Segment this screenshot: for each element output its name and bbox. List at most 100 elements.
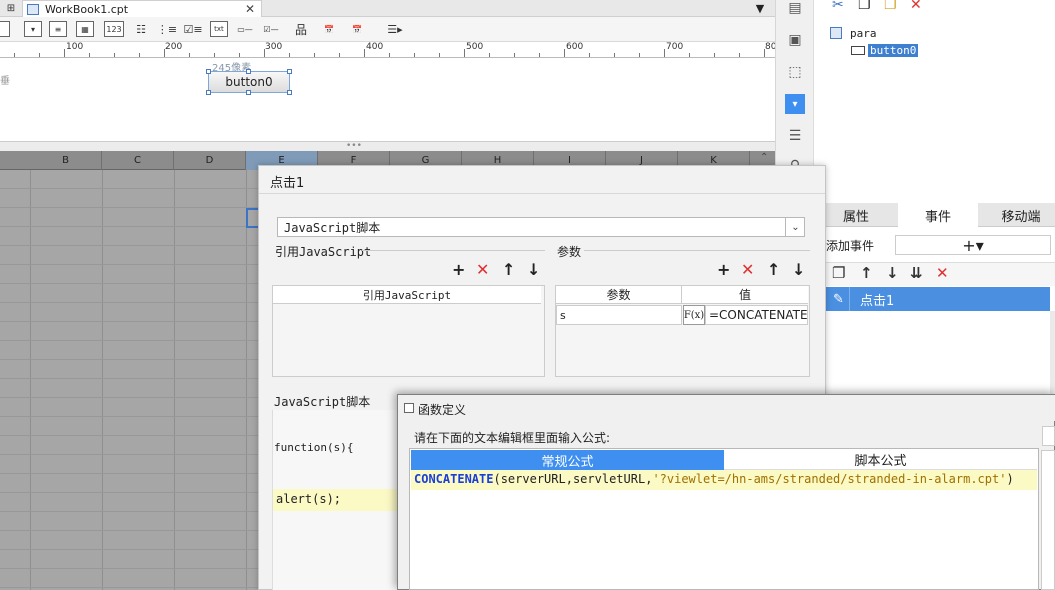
workbook-icon [27, 3, 39, 15]
resize-handle[interactable] [287, 90, 292, 95]
move-up-icon[interactable]: ↑ [502, 262, 515, 278]
code-alert-line[interactable]: alert(s); [276, 492, 341, 506]
checkbox-widget-icon[interactable]: ☑— [262, 21, 280, 37]
canvas-edge-label: 垂 [0, 76, 10, 87]
event-type-select[interactable]: JavaScript脚本 [277, 217, 805, 237]
move-down-icon[interactable]: ↓ [886, 264, 899, 282]
widget-toolbar: ▾ ≡ ▦ 123 ☷ ⋮≡ ☑≡ txt ▭— ☑— 品 📅 📅 ☰▸ [0, 17, 775, 42]
divider [362, 250, 545, 251]
param-name-header: 参数 [556, 286, 682, 304]
edit-pencil-icon[interactable]: ✎ [828, 287, 850, 311]
frame-icon[interactable]: ⬚ [785, 62, 805, 82]
widget-settings-icon[interactable]: ▾ [785, 94, 805, 114]
paste-icon[interactable]: ❐ [884, 0, 897, 13]
copy-icon[interactable]: ❐ [858, 0, 871, 13]
delete-icon[interactable]: ✕ [476, 262, 489, 278]
radio-group-widget-icon[interactable]: ⋮≡ [157, 21, 177, 37]
tree-node-button0[interactable]: button0 [868, 44, 919, 57]
ruler-tick: 700 [666, 42, 684, 52]
tab-script-formula[interactable]: 脚本公式 [724, 450, 1037, 470]
tab-title: WorkBook1.cpt [45, 2, 129, 16]
list-widget-icon[interactable]: ≡ [49, 21, 67, 37]
formula-string: '?viewlet=/hn-ams/stranded/stranded-in-a… [652, 472, 1007, 486]
formula-prompt: 请在下面的文本编辑框里面输入公式: [414, 431, 611, 445]
move-up-icon[interactable]: ↑ [860, 264, 873, 282]
param-name-field[interactable]: s [556, 305, 682, 325]
checkbox-group-widget-icon[interactable]: ☑≡ [183, 21, 202, 37]
move-down-icon[interactable]: ↓ [527, 262, 540, 278]
move-up-icon[interactable]: ↑ [767, 262, 780, 278]
right-panel[interactable] [1041, 450, 1055, 590]
ruler-tick: 400 [366, 42, 384, 52]
param-value-field[interactable]: =CONCATENATE [705, 305, 808, 325]
add-icon[interactable]: + [452, 262, 465, 278]
tab-workbook[interactable]: WorkBook1.cpt ✕ [22, 0, 262, 17]
resize-handle[interactable] [246, 90, 251, 95]
ruler-tick: 600 [566, 42, 584, 52]
formula-fx-button[interactable]: F(x) [683, 305, 705, 325]
formula-text[interactable]: CONCATENATE(serverURL,servletURL,'?viewl… [414, 472, 1014, 486]
move-bottom-icon[interactable]: ⇊ [910, 264, 923, 282]
code-function-header: function(s){ [274, 441, 354, 454]
copy-event-icon[interactable]: ❐ [832, 264, 845, 282]
formula-close: ) [1006, 472, 1014, 486]
tab-mobile[interactable]: 移动端 [990, 203, 1052, 227]
condition-attr-icon[interactable]: ▣ [785, 30, 805, 50]
add-event-button[interactable]: +▾ [895, 235, 1051, 255]
dialog-title: 函数定义 [418, 403, 467, 417]
column-header[interactable]: B [30, 151, 102, 170]
new-workbook-icon[interactable]: ⊞ [0, 0, 22, 16]
checklist-widget-icon[interactable]: ☷ [132, 21, 150, 37]
tree-widget-icon[interactable]: 品 [292, 21, 310, 37]
cell-attr-icon[interactable]: ▤ [785, 0, 805, 18]
delete-icon[interactable]: ✕ [741, 262, 754, 278]
close-icon[interactable]: ✕ [245, 2, 255, 16]
tree-node-para[interactable]: para [850, 27, 877, 40]
grid-widget-icon[interactable]: ▦ [76, 21, 94, 37]
divider [584, 250, 810, 251]
delete-event-icon[interactable]: ✕ [936, 264, 949, 282]
column-header[interactable]: D [174, 151, 246, 170]
add-icon[interactable]: + [717, 262, 730, 278]
button-node-icon [851, 46, 865, 55]
tab-properties[interactable]: 属性 [826, 203, 886, 227]
number-widget-icon[interactable]: 123 [104, 21, 124, 37]
formula-function: CONCATENATE [414, 472, 494, 486]
ruler-tick: 300 [265, 42, 283, 52]
dialog-titlebar[interactable] [398, 395, 1055, 421]
resize-handle[interactable] [246, 69, 251, 74]
more-widgets-icon[interactable]: ☰▸ [386, 21, 404, 37]
ruler-tick: 100 [66, 42, 84, 52]
side-input[interactable] [1042, 426, 1055, 446]
add-event-label: 添加事件 [826, 239, 875, 253]
text-area-widget-icon[interactable]: txt [210, 21, 228, 37]
password-widget-icon[interactable]: ▭— [236, 21, 254, 37]
tab-normal-formula[interactable]: 常规公式 [411, 450, 724, 470]
resize-handle[interactable] [206, 90, 211, 95]
pane-splitter[interactable] [0, 141, 775, 151]
chevron-down-icon[interactable]: ⌄ [785, 217, 805, 237]
parameter-canvas[interactable] [0, 58, 775, 141]
move-down-icon[interactable]: ↓ [792, 262, 805, 278]
layer-icon[interactable]: ☰ [785, 126, 805, 146]
textfield-widget-icon[interactable] [0, 21, 10, 37]
splitter-grip-icon[interactable]: ••• [346, 141, 362, 151]
event-item-label[interactable]: 点击1 [860, 290, 894, 309]
js-script-label: JavaScript脚本 [274, 395, 371, 409]
pin-icon[interactable]: ▼ [750, 0, 770, 16]
column-header[interactable]: C [102, 151, 174, 170]
para-node-icon [830, 27, 842, 39]
combobox-widget-icon[interactable]: ▾ [24, 21, 42, 37]
date-widget-icon[interactable]: 📅 [320, 21, 338, 37]
resize-handle[interactable] [206, 69, 211, 74]
ruler-tick: 200 [165, 42, 183, 52]
tab-events[interactable]: 事件 [898, 203, 978, 227]
param-value-header: 值 [682, 286, 808, 304]
resize-handle[interactable] [287, 69, 292, 74]
delete-icon[interactable]: ✕ [910, 0, 922, 13]
cut-icon[interactable]: ✂ [832, 0, 844, 13]
ruler-tick: 500 [466, 42, 484, 52]
time-widget-icon[interactable]: 📅 [348, 21, 366, 37]
scroll-up-icon[interactable]: ⌃ [760, 152, 768, 163]
formula-args: (serverURL,servletURL, [493, 472, 653, 486]
